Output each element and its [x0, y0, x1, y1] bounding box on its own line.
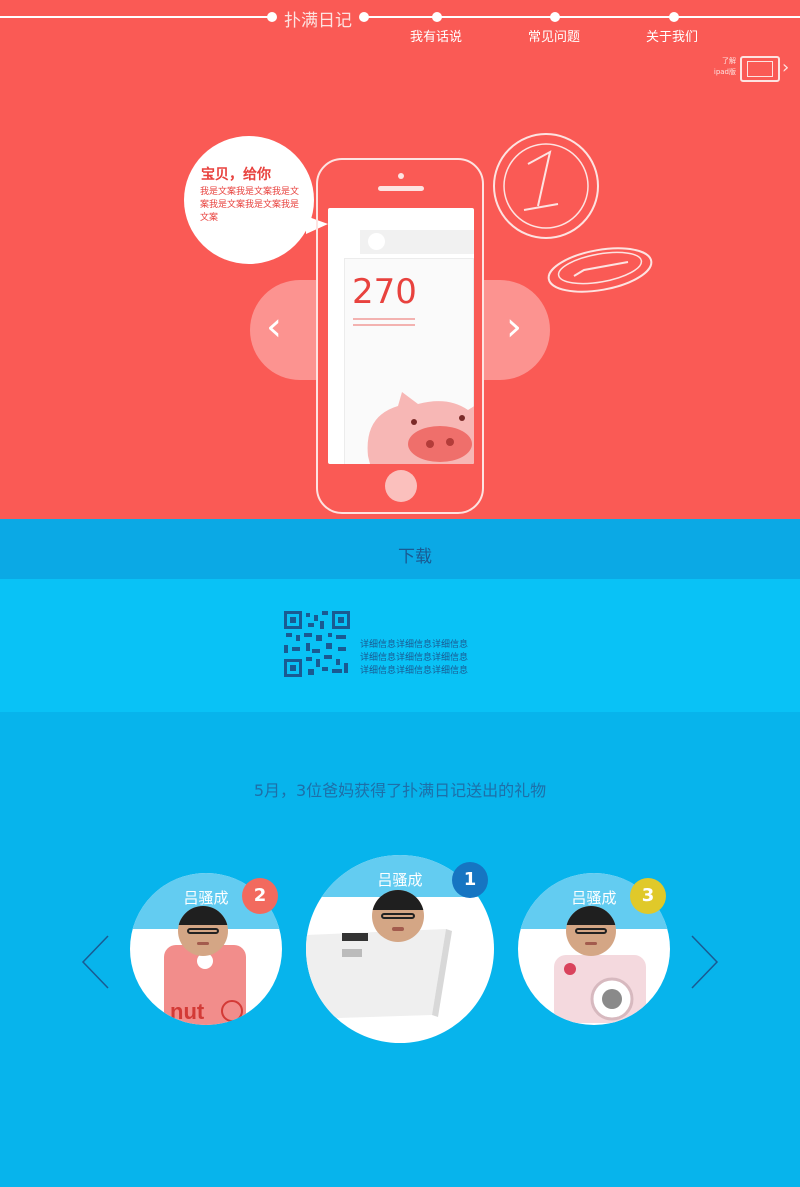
phone-screen: 270 [328, 208, 474, 464]
prev-slide-button[interactable]: ‹ [250, 280, 316, 380]
phone-mockup: 270 [316, 158, 484, 514]
qr-details: 详细信息详细信息详细信息 详细信息详细信息详细信息 详细信息详细信息详细信息 [360, 639, 480, 678]
detail-line: 详细信息详细信息详细信息 [360, 653, 469, 663]
rank-badge: 3 [630, 878, 666, 914]
nav-item-feedback[interactable]: 我有话说 [396, 26, 476, 45]
nav-dot [550, 12, 560, 22]
bubble-text: 我是文案我是文案我是文案我是文案我是文案我是文案 [200, 187, 300, 223]
winner-avatar [178, 906, 228, 956]
download-label[interactable]: 下载 [398, 542, 432, 567]
nav-dot [267, 12, 277, 22]
next-slide-button[interactable]: › [482, 280, 550, 380]
coin-icon [547, 247, 653, 293]
qr-code [284, 611, 350, 677]
rank-badge: 2 [242, 878, 278, 914]
detail-line: 详细信息详细信息详细信息 [360, 666, 469, 676]
nav-line [0, 16, 272, 18]
detail-line: 详细信息详细信息详细信息 [360, 640, 469, 650]
chevron-right-icon [691, 935, 719, 989]
hero-section: 扑满日记 我有话说 常见问题 关于我们 了解 ipad版 › 宝贝，给你 我是文… [0, 0, 800, 519]
nav-line [364, 16, 800, 18]
phone-home-button [385, 470, 417, 502]
divider [353, 318, 415, 320]
pig-illustration [367, 392, 474, 464]
chevron-right-icon: › [506, 304, 522, 350]
prev-gift-button[interactable] [80, 934, 110, 1000]
phone-speaker [378, 186, 424, 191]
next-gift-button[interactable] [690, 934, 720, 1000]
winner-avatar [566, 906, 616, 956]
divider [353, 324, 415, 326]
screen-number: 270 [352, 272, 417, 312]
coin-icon [493, 133, 599, 239]
chevron-left-icon: ‹ [266, 304, 282, 350]
ipad-link-text: 了解 ipad版 [713, 57, 736, 76]
screen-card-back [360, 230, 474, 254]
bubble-title: 宝贝，给你 [201, 167, 271, 183]
phone-camera [398, 173, 404, 179]
svg-text:nut: nut [170, 999, 205, 1024]
brand-title: 扑满日记 [284, 11, 352, 31]
nav-dot [669, 12, 679, 22]
nav-item-faq[interactable]: 常见问题 [514, 26, 594, 45]
winner-avatar [372, 890, 424, 942]
nav-item-about[interactable]: 关于我们 [632, 26, 712, 45]
ipad-version-link[interactable]: 了解 ipad版 › [704, 56, 794, 84]
chevron-right-icon: › [782, 57, 790, 78]
rank-badge: 1 [452, 862, 488, 898]
chevron-left-icon [81, 935, 109, 989]
gifts-heading: 5月，3位爸妈获得了扑满日记送出的礼物 [253, 781, 547, 800]
ipad-icon [740, 56, 780, 82]
nav-dot [359, 12, 369, 22]
camera-image [554, 955, 646, 1023]
nav-dot [432, 12, 442, 22]
speech-bubble: 宝贝，给你 我是文案我是文案我是文案我是文案我是文案我是文案 [184, 136, 328, 264]
